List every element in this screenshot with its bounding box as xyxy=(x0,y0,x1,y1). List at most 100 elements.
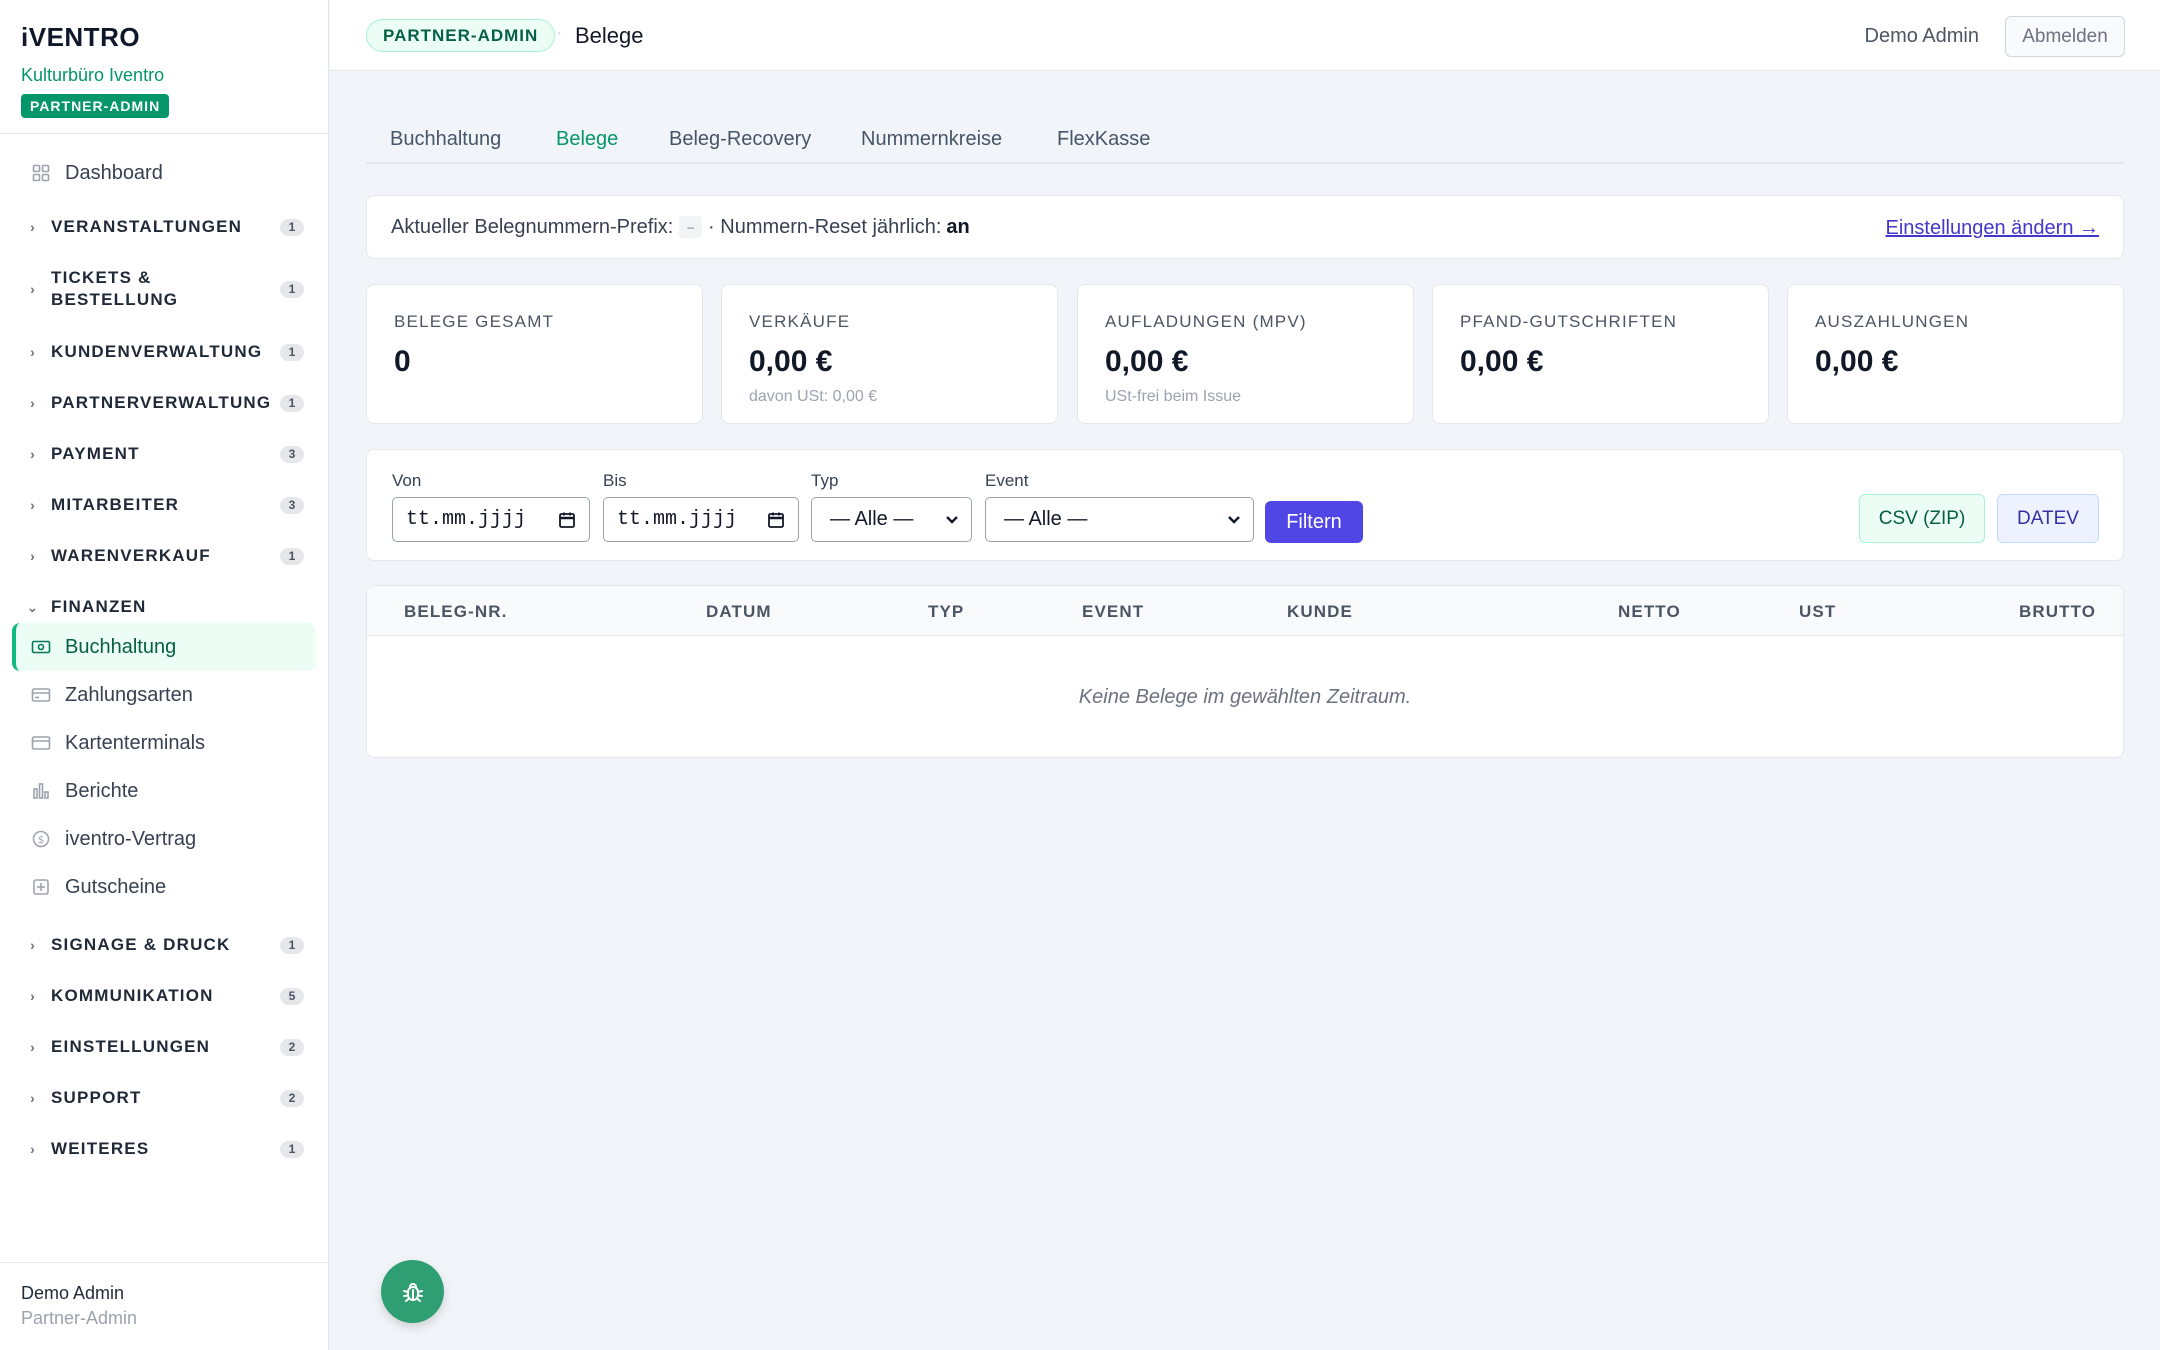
column-header-datum[interactable]: DATUM xyxy=(706,602,772,622)
change-settings-link[interactable]: Einstellungen ändern → xyxy=(1886,216,2099,240)
nav-group-support[interactable]: › SUPPORT 2 xyxy=(26,1087,304,1109)
nav-group-weiteres[interactable]: › WEITERES 1 xyxy=(26,1138,304,1160)
sidebar-item-label: Berichte xyxy=(65,779,139,802)
sidebar-item-buchhaltung[interactable]: Buchhaltung xyxy=(12,623,316,671)
sidebar-item-gutscheine[interactable]: Gutscheine xyxy=(12,863,316,911)
chevron-right-icon: › xyxy=(30,937,36,953)
tab-belege[interactable]: Belege xyxy=(556,126,618,152)
sidebar-item-label: iventro-Vertrag xyxy=(65,827,197,850)
grid-icon xyxy=(31,163,51,183)
nav-group-label: SUPPORT xyxy=(51,1088,142,1107)
calendar-icon[interactable] xyxy=(558,511,576,529)
nav-group-label: EINSTELLUNGEN xyxy=(51,1037,211,1056)
card-terminal-icon xyxy=(31,733,51,753)
nav-group-signage-druck[interactable]: › SIGNAGE & DRUCK 1 xyxy=(26,934,304,956)
column-header-kunde[interactable]: KUNDE xyxy=(1287,602,1353,622)
typ-select[interactable]: — Alle — xyxy=(811,497,972,542)
banknote-icon xyxy=(31,637,51,657)
svg-text:$: $ xyxy=(38,835,44,846)
typ-label: Typ xyxy=(811,471,839,490)
receipts-table: BELEG-NR. DATUM TYP EVENT KUNDE NETTO US… xyxy=(366,585,2124,758)
tab-nummernkreise[interactable]: Nummernkreise xyxy=(861,126,1002,152)
gift-voucher-icon xyxy=(31,877,51,897)
column-header-ust[interactable]: UST xyxy=(1799,602,1836,622)
nav-group-label: MITARBEITER xyxy=(51,495,180,514)
breadcrumb-separator: · xyxy=(556,22,563,44)
chevron-right-icon: › xyxy=(30,219,36,235)
count-badge: 2 xyxy=(280,1089,304,1107)
finance-tabs: Buchhaltung Belege Beleg-Recovery Nummer… xyxy=(366,118,2124,164)
prefix-label: Aktueller Belegnummern-Prefix: xyxy=(391,215,674,238)
column-header-event[interactable]: EVENT xyxy=(1082,602,1144,622)
stat-subtext: USt-frei beim Issue xyxy=(1105,388,1242,405)
sidebar-item-label: Dashboard xyxy=(65,161,163,184)
tab-buchhaltung[interactable]: Buchhaltung xyxy=(390,126,501,152)
count-badge: 1 xyxy=(280,394,304,412)
von-date-placeholder: tt.mm.jjjj xyxy=(406,508,527,531)
column-header-brutto[interactable]: BRUTTO xyxy=(2019,602,2096,622)
sidebar-item-label: Gutscheine xyxy=(65,875,167,898)
count-badge: 5 xyxy=(280,987,304,1005)
stat-label: AUFLADUNGEN (MPV) xyxy=(1105,312,1307,331)
chevron-right-icon: › xyxy=(30,548,36,564)
bis-date-input[interactable]: tt.mm.jjjj xyxy=(603,497,799,542)
nav-group-label: SIGNAGE & DRUCK xyxy=(51,935,231,954)
event-label: Event xyxy=(985,471,1029,490)
event-select[interactable]: — Alle — xyxy=(985,497,1254,542)
column-header-typ[interactable]: TYP xyxy=(928,602,964,622)
nav-group-finanzen[interactable]: ⌄ FINANZEN xyxy=(26,596,304,618)
stat-value: 0 xyxy=(394,345,411,378)
chevron-right-icon: › xyxy=(30,988,36,1004)
nav-group-partnerverwaltung[interactable]: › PARTNERVERWALTUNG 1 xyxy=(26,392,304,414)
brand-block: iVENTRO Kulturbüro Iventro PARTNER-ADMIN xyxy=(0,0,328,134)
tab-flexkasse[interactable]: FlexKasse xyxy=(1057,126,1150,152)
stat-card-auszahlungen: AUSZAHLUNGEN 0,00 € xyxy=(1787,284,2124,424)
sidebar-item-iventro-vertrag[interactable]: $ iventro-Vertrag xyxy=(12,815,316,863)
logout-button[interactable]: Abmelden xyxy=(2005,16,2125,57)
filter-button[interactable]: Filtern xyxy=(1265,501,1363,543)
nav-group-veranstaltungen[interactable]: › VERANSTALTUNGEN 1 xyxy=(26,216,304,238)
bug-icon xyxy=(399,1278,427,1306)
nav-group-label: PARTNERVERWALTUNG xyxy=(51,393,272,412)
sidebar-item-zahlungsarten[interactable]: Zahlungsarten xyxy=(12,671,316,719)
nav-group-label: TICKETS & BESTELLUNG xyxy=(51,267,280,311)
role-badge: PARTNER-ADMIN xyxy=(21,94,170,118)
chevron-right-icon: › xyxy=(30,446,36,462)
sidebar-item-kartenterminals[interactable]: Kartenterminals xyxy=(12,719,316,767)
datev-export-button[interactable]: DATEV xyxy=(1997,494,2099,543)
von-date-input[interactable]: tt.mm.jjjj xyxy=(392,497,590,542)
nav-group-label-line1: TICKETS & xyxy=(51,268,152,287)
bug-report-button[interactable] xyxy=(381,1260,444,1323)
filter-panel: Von tt.mm.jjjj Bis tt.mm.jjjj Typ — Alle… xyxy=(366,449,2124,561)
sidebar-user-footer: Demo Admin Partner-Admin xyxy=(0,1262,329,1350)
csv-export-button[interactable]: CSV (ZIP) xyxy=(1859,494,1985,543)
count-badge: 1 xyxy=(280,280,304,298)
page-title: Belege xyxy=(575,23,644,48)
stat-subtext: davon USt: 0,00 € xyxy=(749,388,878,405)
stat-card-aufladungen: AUFLADUNGEN (MPV) 0,00 € USt-frei beim I… xyxy=(1077,284,1414,424)
sidebar-item-berichte[interactable]: Berichte xyxy=(12,767,316,815)
nav-group-einstellungen[interactable]: › EINSTELLUNGEN 2 xyxy=(26,1036,304,1058)
stat-card-verkaeufe: VERKÄUFE 0,00 € davon USt: 0,00 € xyxy=(721,284,1058,424)
role-pill: PARTNER-ADMIN xyxy=(366,19,556,52)
stat-label: BELEGE GESAMT xyxy=(394,312,555,331)
count-badge: 1 xyxy=(280,936,304,954)
sidebar-item-dashboard[interactable]: Dashboard xyxy=(12,149,316,197)
stat-label: VERKÄUFE xyxy=(749,312,851,331)
nav-group-label: VERANSTALTUNGEN xyxy=(51,217,243,236)
nav-group-tickets-bestellung[interactable]: › TICKETS & BESTELLUNG 1 xyxy=(26,267,304,311)
calendar-icon[interactable] xyxy=(767,511,785,529)
nav-group-kundenverwaltung[interactable]: › KUNDENVERWALTUNG 1 xyxy=(26,341,304,363)
chevron-right-icon: › xyxy=(30,1039,36,1055)
column-header-netto[interactable]: NETTO xyxy=(1618,602,1681,622)
column-header-beleg-nr[interactable]: BELEG-NR. xyxy=(404,602,507,622)
nav-group-warenverkauf[interactable]: › WARENVERKAUF 1 xyxy=(26,545,304,567)
nav-group-payment[interactable]: › PAYMENT 3 xyxy=(26,443,304,465)
count-badge: 3 xyxy=(280,445,304,463)
count-badge: 1 xyxy=(280,547,304,565)
nav-group-kommunikation[interactable]: › KOMMUNIKATION 5 xyxy=(26,985,304,1007)
nav-group-mitarbeiter[interactable]: › MITARBEITER 3 xyxy=(26,494,304,516)
brand-logo[interactable]: iVENTRO xyxy=(21,22,307,52)
footer-user-role: Partner-Admin xyxy=(21,1308,138,1328)
tab-beleg-recovery[interactable]: Beleg-Recovery xyxy=(669,126,811,152)
